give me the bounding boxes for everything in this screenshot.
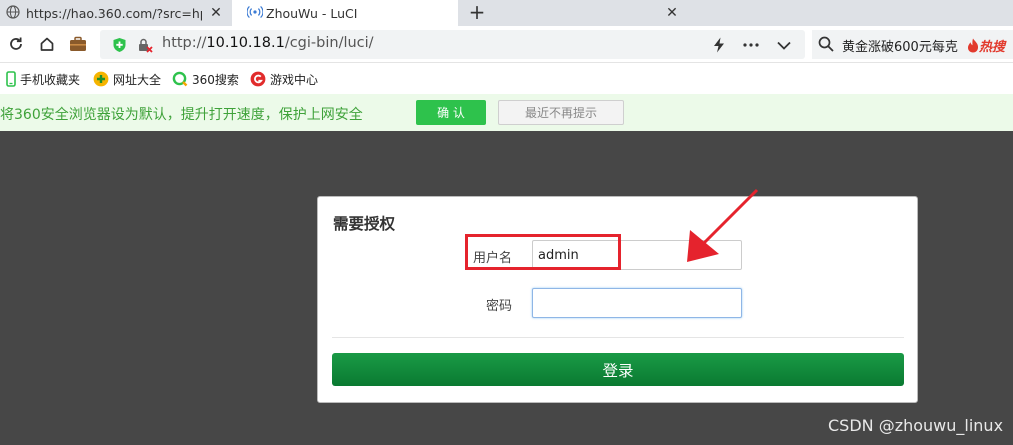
- login-title: 需要授权: [333, 215, 396, 233]
- confirm-button[interactable]: 确 认: [416, 100, 486, 125]
- tab-strip: https://hao.360.com/?src=hp ✕ ZhouWu - L…: [0, 0, 1013, 26]
- bookmark-360-search[interactable]: 360搜索: [172, 70, 239, 88]
- bookmark-site-directory[interactable]: 网址大全: [93, 70, 161, 88]
- more-icon[interactable]: [742, 36, 760, 54]
- bookmark-label: 360搜索: [192, 72, 239, 87]
- dismiss-button[interactable]: 最近不再提示: [498, 100, 624, 125]
- tab-luci[interactable]: ZhouWu - LuCI ✕: [232, 0, 678, 26]
- search-box[interactable]: 黄金涨破600元每克 热搜: [812, 30, 1013, 59]
- watermark: CSDN @zhouwu_linux: [828, 416, 1004, 435]
- divider: [332, 337, 904, 338]
- new-tab-button[interactable]: +: [466, 0, 488, 24]
- close-icon[interactable]: ✕: [208, 5, 224, 21]
- login-panel: 需要授权 用户名 密码 登录: [317, 196, 918, 403]
- password-label: 密码: [485, 299, 512, 314]
- bookmark-label: 网址大全: [113, 72, 162, 87]
- bookmark-label: 手机收藏夹: [20, 72, 81, 87]
- shield-icon[interactable]: [112, 37, 127, 57]
- bookmark-label: 游戏中心: [270, 72, 319, 87]
- reload-icon[interactable]: [6, 34, 26, 54]
- default-browser-notice: 将360安全浏览器设为默认，提升打开速度，保护上网安全 确 认 最近不再提示: [0, 94, 1013, 131]
- bookmark-mobile-favorites[interactable]: 手机收藏夹: [6, 70, 80, 88]
- tab-title: ZhouWu - LuCI: [266, 5, 358, 21]
- flame-icon: [968, 38, 979, 53]
- notice-text: 将360安全浏览器设为默认，提升打开速度，保护上网安全: [0, 107, 363, 123]
- bookmark-game-center[interactable]: 游戏中心: [250, 70, 318, 88]
- password-input[interactable]: [532, 288, 742, 318]
- navigation-bar: http://10.10.18.1/cgi-bin/luci/ 黄金涨破600元…: [0, 26, 1013, 63]
- search-icon[interactable]: [818, 36, 834, 56]
- game-icon: [250, 71, 266, 87]
- tab-hao360[interactable]: https://hao.360.com/?src=hp ✕: [0, 0, 232, 26]
- tab-title: https://hao.360.com/?src=hp: [26, 5, 202, 21]
- globe-icon: [6, 5, 20, 22]
- insecure-lock-icon[interactable]: [137, 37, 153, 57]
- wifi-icon: [246, 5, 264, 22]
- 360-search-icon: [172, 71, 188, 87]
- close-icon[interactable]: ✕: [664, 5, 680, 21]
- hot-search-label[interactable]: 热搜: [967, 36, 1005, 55]
- home-icon[interactable]: [37, 34, 57, 54]
- annotation-highlight-box: [465, 234, 621, 270]
- page-content: 需要授权 用户名 密码 登录: [0, 131, 1013, 445]
- nav-icon: [93, 71, 109, 87]
- url-text[interactable]: http://10.10.18.1/cgi-bin/luci/: [162, 35, 374, 51]
- lightning-icon[interactable]: [710, 36, 728, 54]
- login-button[interactable]: 登录: [332, 353, 904, 386]
- chevron-down-icon[interactable]: [775, 36, 793, 54]
- briefcase-icon[interactable]: [68, 34, 88, 54]
- address-bar[interactable]: http://10.10.18.1/cgi-bin/luci/: [100, 30, 805, 59]
- phone-icon: [6, 71, 16, 87]
- bookmarks-bar: 手机收藏夹 网址大全 360搜索 游戏中心: [0, 63, 1013, 94]
- search-suggestion-text[interactable]: 黄金涨破600元每克: [842, 36, 958, 55]
